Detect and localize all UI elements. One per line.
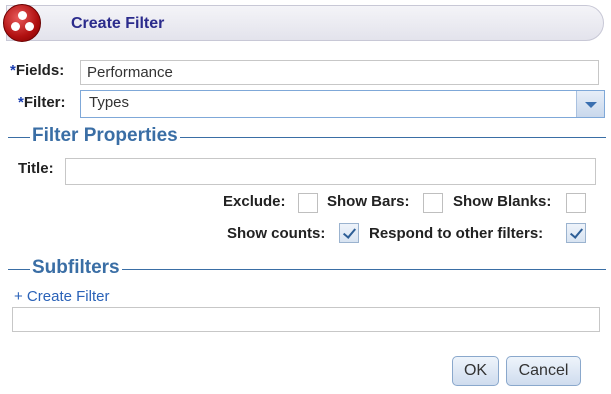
- create-subfilter-link[interactable]: + Create Filter: [14, 288, 109, 305]
- respond-filters-label: Respond to other filters:: [369, 225, 544, 242]
- show-bars-label: Show Bars:: [327, 193, 410, 210]
- app-logo-icon: [3, 4, 41, 42]
- fields-label: *Fields:: [10, 62, 64, 79]
- show-blanks-label: Show Blanks:: [453, 193, 552, 210]
- dialog-title-bar: Create Filter: [6, 5, 604, 41]
- exclude-label: Exclude:: [223, 193, 286, 210]
- filter-label-text: Filter:: [23, 94, 66, 111]
- show-bars-checkbox[interactable]: [423, 193, 443, 213]
- title-input[interactable]: [65, 158, 596, 185]
- ok-button[interactable]: OK: [452, 356, 499, 386]
- fields-value: Performance: [87, 64, 173, 81]
- exclude-checkbox[interactable]: [298, 193, 318, 213]
- filter-label: *Filter:: [18, 94, 66, 111]
- dialog-title: Create Filter: [71, 15, 165, 32]
- subfilters-list[interactable]: [12, 307, 600, 332]
- filter-select-value: Types: [89, 94, 130, 111]
- show-counts-label: Show counts:: [227, 225, 326, 242]
- subfilters-heading: Subfilters: [30, 257, 122, 279]
- fields-label-text: Fields:: [15, 62, 65, 79]
- chevron-down-icon[interactable]: [576, 91, 604, 117]
- title-label: Title:: [18, 160, 54, 177]
- show-counts-checkbox[interactable]: [339, 223, 359, 243]
- show-blanks-checkbox[interactable]: [566, 193, 586, 213]
- fields-input[interactable]: Performance: [80, 60, 599, 85]
- respond-filters-checkbox[interactable]: [566, 223, 586, 243]
- filter-properties-heading: Filter Properties: [30, 125, 180, 147]
- filter-select[interactable]: Types: [80, 90, 605, 118]
- cancel-button[interactable]: Cancel: [506, 356, 581, 386]
